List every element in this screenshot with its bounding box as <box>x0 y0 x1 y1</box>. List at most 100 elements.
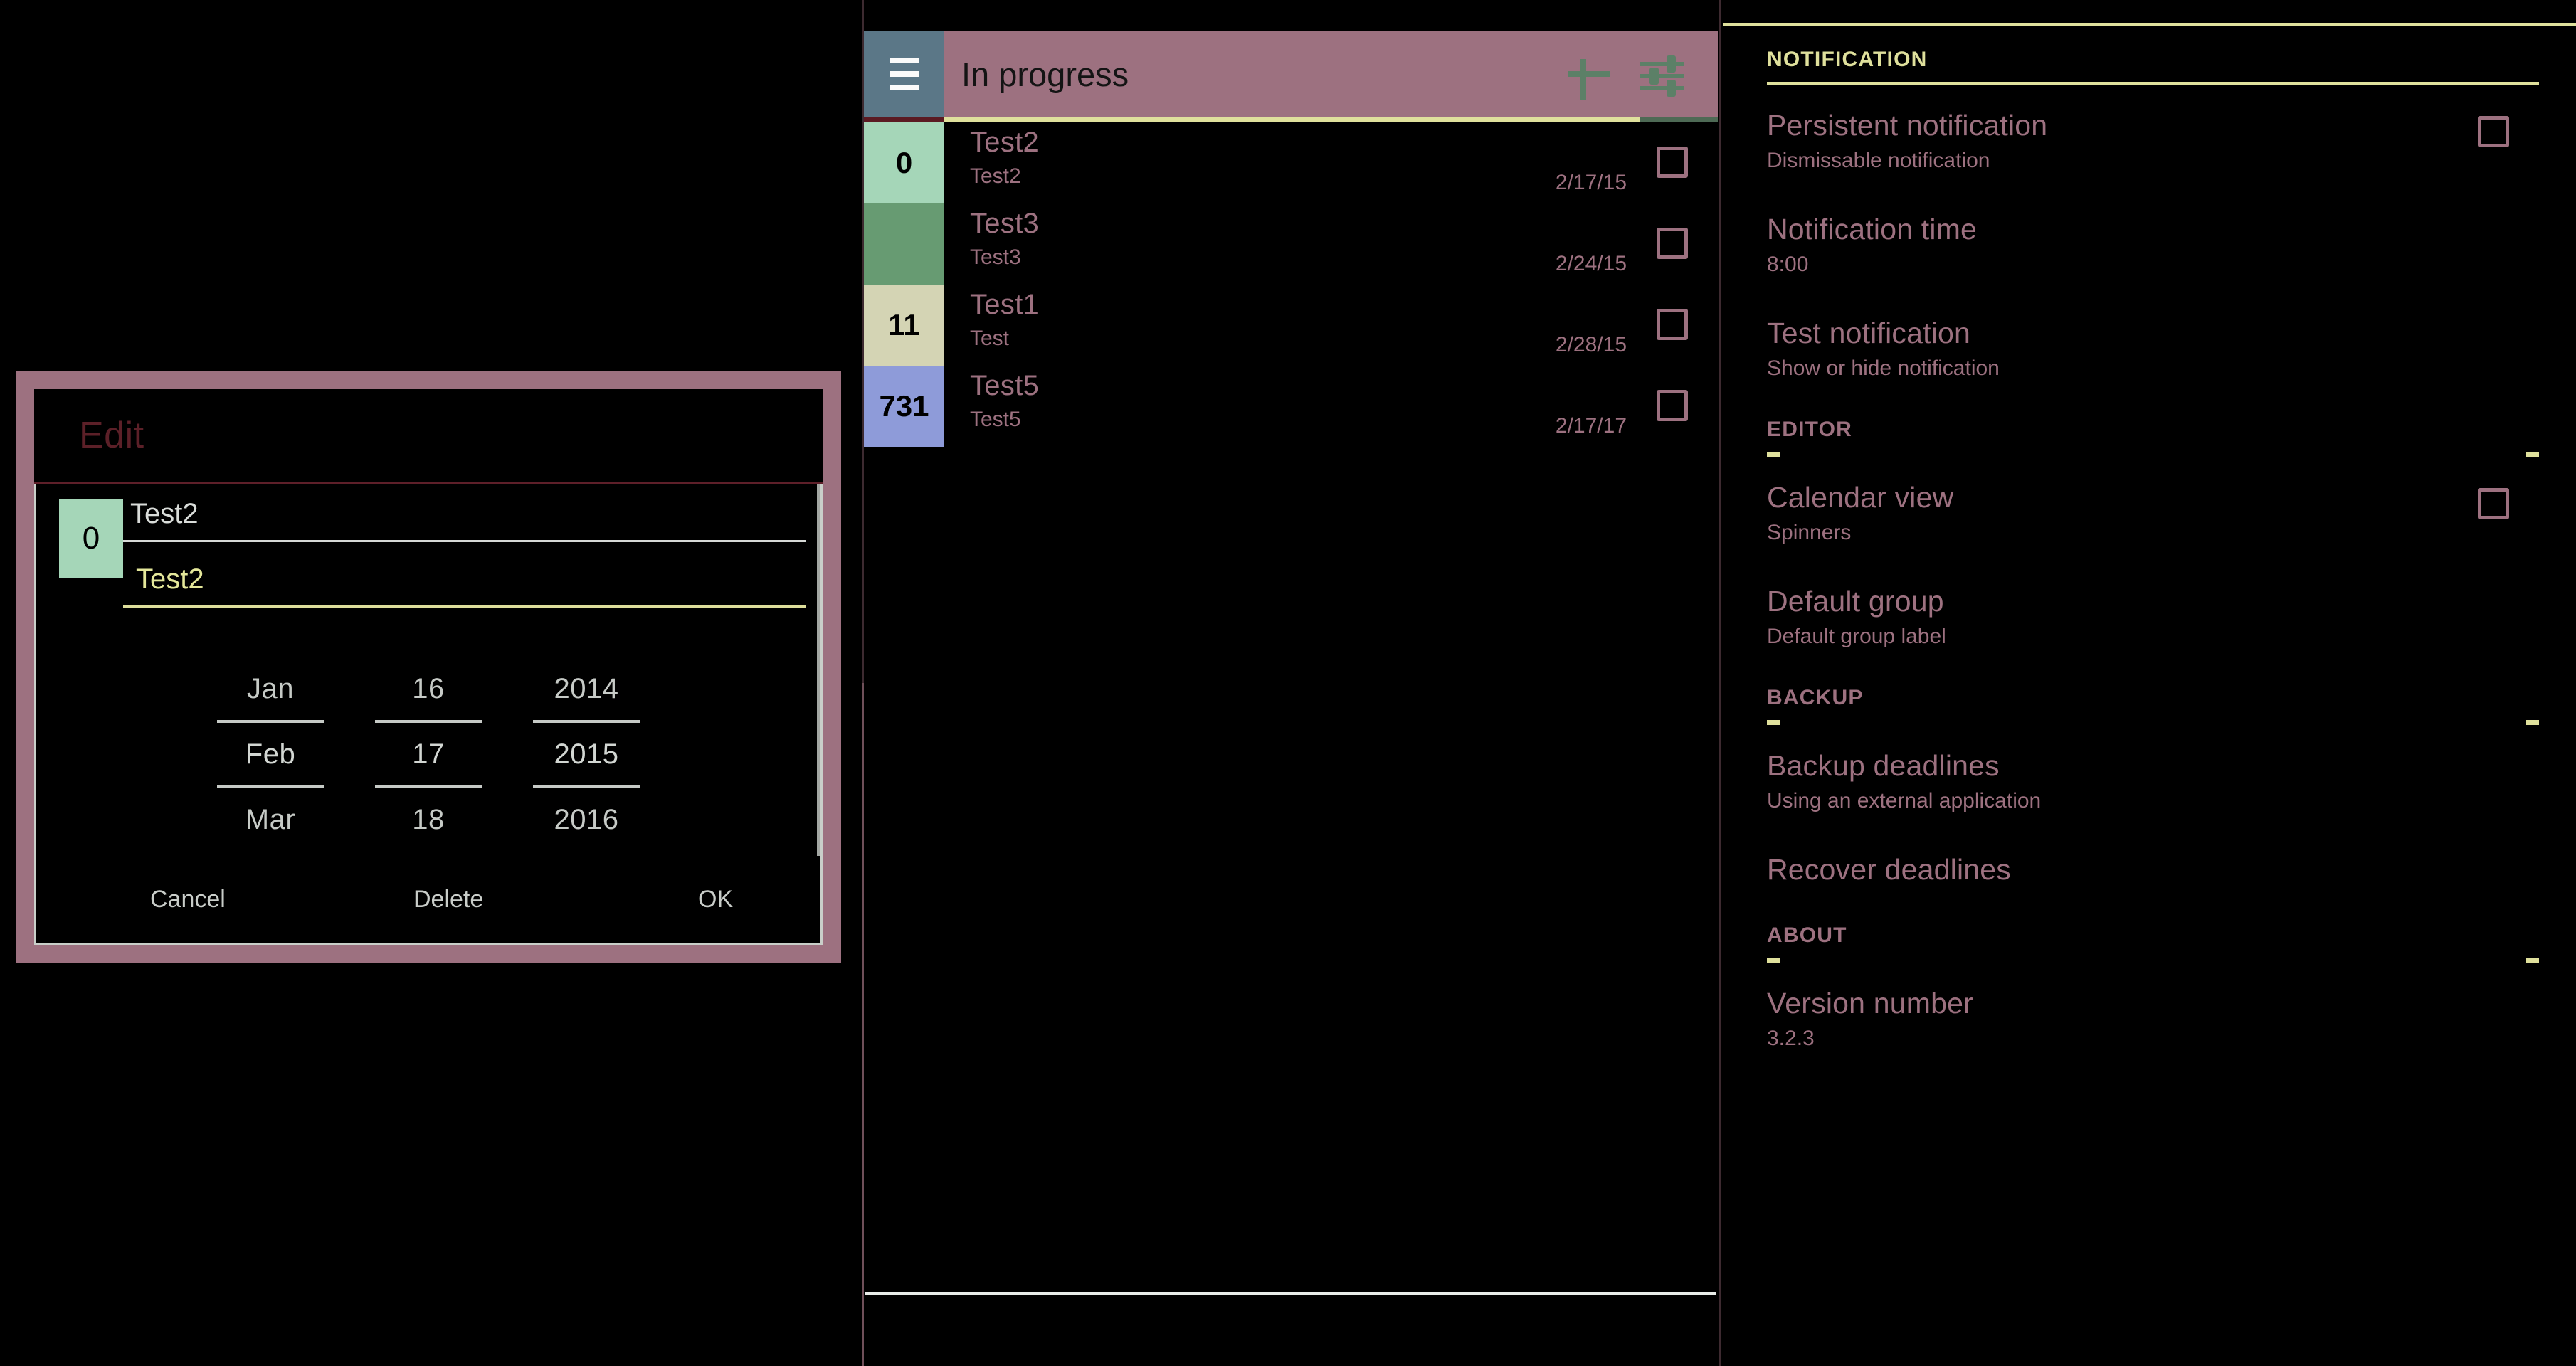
settings-item-checkbox[interactable] <box>2478 488 2509 519</box>
settings-panel: NOTIFICATION Persistent notification Dismi… <box>1723 26 2576 1364</box>
task-badge <box>864 203 944 285</box>
ok-button[interactable]: OK <box>698 886 733 914</box>
settings-item-title: Persistent notification <box>1767 109 2048 142</box>
task-checkbox[interactable] <box>1657 147 1688 178</box>
task-date: 2/17/17 <box>1555 414 1627 438</box>
settings-item-summary: Default group label <box>1767 625 1946 648</box>
hamburger-line-3 <box>889 85 919 90</box>
task-row[interactable]: Test3 Test3 2/24/15 <box>864 203 1718 285</box>
settings-item-summary: Spinners <box>1767 521 1852 544</box>
task-checkbox[interactable] <box>1657 390 1688 421</box>
edit-dialog-body: 0 Test2 Test2 Jan Feb Mar 16 17 18 2014 … <box>34 484 823 856</box>
settings-section-label: ABOUT <box>1767 923 1847 947</box>
settings-section-header: BACKUP <box>1767 665 2539 725</box>
settings-item[interactable]: Default group Default group label <box>1767 561 2539 665</box>
settings-item[interactable]: Recover deadlines <box>1767 829 2539 902</box>
sliders-row-2 <box>1640 74 1684 78</box>
task-date: 2/24/15 <box>1555 252 1627 275</box>
toolbar-underline-yellow <box>944 117 1640 122</box>
settings-item-summary: 3.2.3 <box>1767 1027 1815 1050</box>
delete-button[interactable]: Delete <box>413 886 483 914</box>
settings-item-title: Notification time <box>1767 213 1978 245</box>
settings-item-title: Test notification <box>1767 317 1970 349</box>
edit-days-badge: 0 <box>59 499 123 578</box>
settings-item[interactable]: Version number 3.2.3 <box>1767 963 2539 1066</box>
task-row[interactable]: 11 Test1 Test 2/28/15 <box>864 285 1718 366</box>
toolbar-actions <box>1563 31 1718 117</box>
sliders-row-3 <box>1640 86 1684 90</box>
cancel-button[interactable]: Cancel <box>150 886 226 914</box>
date-picker-spinners: Jan Feb Mar 16 17 18 2014 2015 2016 <box>36 657 820 851</box>
edit-field-spacer <box>123 542 806 558</box>
settings-item[interactable]: Persistent notification Dismissable notif… <box>1767 85 2539 189</box>
edit-fields-row: 0 Test2 Test2 <box>36 484 820 608</box>
task-title: Test5 <box>970 370 1040 401</box>
settings-item[interactable]: Backup deadlines Using an external applic… <box>1767 725 2539 829</box>
task-date: 2/17/15 <box>1555 171 1627 194</box>
year-spinner-prev[interactable]: 2014 <box>533 657 640 720</box>
month-spinner-prev[interactable]: Jan <box>217 657 324 720</box>
settings-item-summary: 8:00 <box>1767 253 1809 276</box>
settings-item-checkbox[interactable] <box>2478 116 2509 147</box>
plus-icon-vertical <box>1580 59 1586 100</box>
settings-item-title: Default group <box>1767 585 1944 618</box>
edit-dialog-title-bar: Edit <box>34 389 823 484</box>
task-badge: 0 <box>864 122 944 203</box>
task-title: Test1 <box>970 289 1040 320</box>
settings-item-title: Version number <box>1767 987 1973 1020</box>
toolbar-underline-red <box>864 117 944 122</box>
settings-section-rule <box>1767 452 2539 457</box>
sliders-row-1 <box>1640 62 1684 66</box>
task-badge: 11 <box>864 285 944 366</box>
task-checkbox[interactable] <box>1657 228 1688 259</box>
edit-subtitle-input[interactable]: Test2 <box>123 558 806 605</box>
day-spinner-prev[interactable]: 16 <box>375 657 482 720</box>
hamburger-menu-icon[interactable] <box>864 31 944 117</box>
settings-item-summary: Dismissable notification <box>1767 149 1990 172</box>
task-checkbox[interactable] <box>1657 309 1688 340</box>
year-spinner[interactable]: 2014 2015 2016 <box>533 657 640 851</box>
year-spinner-value[interactable]: 2015 <box>533 723 640 785</box>
settings-item-title: Backup deadlines <box>1767 749 2000 782</box>
day-spinner-value[interactable]: 17 <box>375 723 482 785</box>
task-badge: 731 <box>864 366 944 447</box>
task-list-panel: In progress 0 Test2 Test2 2/17/15 Test3 … <box>864 31 1718 1297</box>
month-spinner-value[interactable]: Feb <box>217 723 324 785</box>
edit-dialog-scrollbar[interactable] <box>817 484 820 856</box>
settings-item-title: Calendar view <box>1767 481 1954 514</box>
month-spinner[interactable]: Jan Feb Mar <box>217 657 324 851</box>
day-spinner[interactable]: 16 17 18 <box>375 657 482 851</box>
sliders-icon[interactable] <box>1635 48 1688 100</box>
edit-subtitle-underline <box>123 605 806 608</box>
settings-item[interactable]: Notification time 8:00 <box>1767 189 2539 292</box>
panel-divider-right <box>1719 0 1721 1366</box>
edit-title-input[interactable]: Test2 <box>123 492 806 540</box>
edit-dialog-footer: Cancel Delete OK <box>34 856 823 945</box>
sliders-knob-3 <box>1667 80 1676 97</box>
plus-icon[interactable] <box>1563 48 1615 100</box>
task-content: Test3 Test3 2/24/15 <box>944 203 1718 285</box>
task-row[interactable]: 731 Test5 Test5 2/17/17 <box>864 366 1718 447</box>
settings-section-label: NOTIFICATION <box>1767 48 1928 71</box>
hamburger-line-2 <box>889 71 919 77</box>
edit-title-underline <box>123 540 806 542</box>
settings-section-header: ABOUT <box>1767 902 2539 963</box>
settings-section-label: EDITOR <box>1767 418 1852 441</box>
day-spinner-next[interactable]: 18 <box>375 788 482 851</box>
year-spinner-next[interactable]: 2016 <box>533 788 640 851</box>
plus-icon-horizontal <box>1568 71 1610 77</box>
settings-section-header: NOTIFICATION <box>1767 26 2539 85</box>
settings-section-label: BACKUP <box>1767 686 1864 709</box>
settings-item-summary: Show or hide notification <box>1767 356 2000 380</box>
edit-dialog-title: Edit <box>79 415 144 456</box>
edit-badge-column: 0 <box>36 492 123 608</box>
month-spinner-next[interactable]: Mar <box>217 788 324 851</box>
edit-title-field-wrap: Test2 <box>123 492 806 542</box>
settings-item[interactable]: Test notification Show or hide notificati… <box>1767 292 2539 396</box>
edit-dialog: Edit 0 Test2 Test2 Jan Feb Mar 16 17 18 … <box>16 371 841 963</box>
edit-subtitle-field-wrap: Test2 <box>123 558 806 608</box>
task-row[interactable]: 0 Test2 Test2 2/17/15 <box>864 122 1718 203</box>
settings-item[interactable]: Calendar view Spinners <box>1767 457 2539 561</box>
task-content: Test1 Test 2/28/15 <box>944 285 1718 366</box>
edit-fields-column: Test2 Test2 <box>123 492 820 608</box>
